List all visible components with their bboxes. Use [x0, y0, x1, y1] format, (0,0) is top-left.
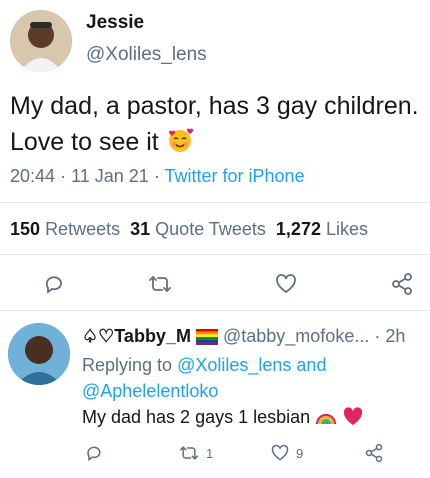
retweets-label: Retweets: [45, 219, 121, 239]
tweet-stats: 150 Retweets 31 Quote Tweets 1,272 Likes: [10, 219, 368, 240]
reply-button[interactable]: [40, 270, 68, 298]
retweets-count: 150: [10, 219, 41, 239]
reply-icon: [45, 276, 62, 294]
reply-text: My dad has 2 gays 1 lesbian: [82, 406, 364, 431]
retweet-icon: [149, 276, 171, 292]
replying-and: and: [296, 355, 327, 375]
tweet-source[interactable]: Twitter for iPhone: [165, 166, 305, 186]
reply-retweet-count: 1: [206, 445, 214, 461]
quote-tweets-stat[interactable]: 31 Quote Tweets: [130, 219, 266, 239]
reply-share-button[interactable]: [364, 441, 384, 465]
divider: [0, 310, 430, 311]
share-icon: [365, 443, 383, 463]
retweet-icon: [179, 446, 199, 460]
tweet-date[interactable]: 11 Jan 21: [71, 166, 149, 186]
share-icon: [392, 273, 412, 295]
reply-separator: ·: [374, 326, 381, 346]
reply-like-count: 9: [296, 445, 304, 461]
author-name[interactable]: Jessie: [86, 12, 144, 34]
smiling-face-with-hearts-emoji-icon: [166, 126, 194, 164]
share-button[interactable]: [388, 270, 416, 298]
retweets-stat[interactable]: 150 Retweets: [10, 219, 120, 239]
divider: [0, 202, 430, 203]
reply-author-handle[interactable]: @tabby_mofoke...: [223, 326, 369, 346]
meta-separator: ·: [60, 166, 67, 186]
quote-label: Quote Tweets: [155, 219, 266, 239]
author-handle[interactable]: @Xoliles_lens: [86, 44, 207, 66]
replying-user-link[interactable]: @Xoliles_lens: [177, 355, 291, 375]
divider: [0, 254, 430, 255]
reply-author-name[interactable]: ♤♡Tabby_M: [82, 326, 191, 346]
like-icon: [271, 444, 289, 461]
tweet-text-content: My dad, a pastor, has 3 gay children. Lo…: [10, 92, 419, 156]
replying-to: Replying to @Xoliles_lens and @Aphelelen…: [82, 352, 422, 404]
reply-icon: [87, 446, 101, 462]
reply-header: ♤♡Tabby_M @tabby_mofoke... · 2h: [82, 326, 405, 350]
reply-reply-button[interactable]: [84, 441, 104, 465]
rainbow-emoji-icon: [315, 406, 337, 431]
quote-count: 31: [130, 219, 151, 239]
reply-text-content: My dad has 2 gays 1 lesbian: [82, 407, 311, 427]
red-heart-emoji-icon: [342, 406, 364, 431]
reply-like-button[interactable]: 9: [270, 441, 303, 465]
like-button[interactable]: [272, 270, 300, 298]
reply-time[interactable]: 2h: [385, 326, 405, 346]
author-avatar[interactable]: [10, 10, 72, 72]
retweet-button[interactable]: [146, 270, 174, 298]
likes-stat[interactable]: 1,272 Likes: [276, 219, 368, 239]
pride-flag-icon: [195, 329, 218, 350]
tweet-text: My dad, a pastor, has 3 gay children. Lo…: [10, 88, 420, 164]
reply-author-avatar[interactable]: [8, 323, 70, 385]
like-icon: [276, 274, 296, 294]
meta-separator: ·: [153, 166, 160, 186]
replying-user-link[interactable]: @Aphelelentloko: [82, 381, 218, 401]
likes-count: 1,272: [275, 219, 321, 239]
reply-retweet-button[interactable]: 1: [178, 441, 213, 465]
likes-label: Likes: [325, 219, 369, 239]
replying-prefix: Replying to: [82, 355, 173, 375]
tweet-time[interactable]: 20:44: [10, 166, 55, 186]
tweet-meta: 20:44 · 11 Jan 21 · Twitter for iPhone: [10, 166, 305, 187]
